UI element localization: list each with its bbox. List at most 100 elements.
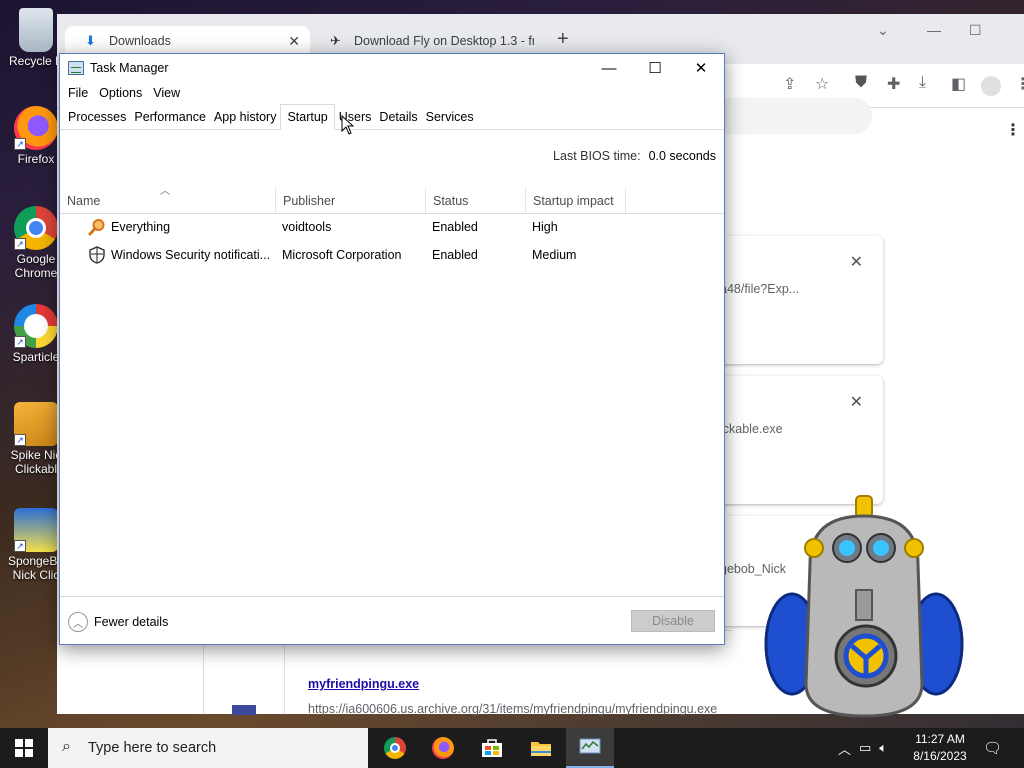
clock-date: 8/16/2023 (913, 749, 967, 763)
row-status: Enabled (432, 248, 478, 262)
shortcut-arrow-icon: ↗ (14, 540, 26, 552)
download-card: ickable.exe ✕ (717, 376, 883, 504)
taskbar-chrome[interactable] (371, 728, 419, 768)
task-manager-window: Task Manager — ☐ ✕ File Options View Pro… (59, 53, 725, 645)
chrome-icon (384, 737, 406, 759)
tab-title: Download Fly on Desktop 1.3 - fr (354, 34, 534, 48)
robot-mascot-icon (764, 495, 964, 718)
profile-avatar-icon[interactable] (981, 76, 1001, 96)
tab-strip: Processes Performance App history Startu… (60, 104, 724, 130)
downloads-more-icon[interactable]: ⋮ (1005, 120, 1021, 140)
shield-icon (89, 246, 105, 264)
close-button[interactable]: ✕ (678, 54, 724, 82)
side-panel-icon[interactable]: ◧ (951, 74, 966, 94)
download-file-link[interactable]: myfriendpingu.exe (308, 677, 419, 691)
bookmark-star-icon[interactable]: ☆ (815, 74, 829, 94)
taskbar-microsoft-store[interactable] (468, 728, 516, 768)
downloads-toolbar-icon[interactable]: ⤓ (919, 74, 926, 92)
table-row[interactable]: Everything voidtools Enabled High (60, 214, 724, 240)
window-title: Task Manager (90, 61, 169, 75)
menu-view[interactable]: View (149, 86, 187, 100)
minimize-button[interactable]: — (586, 54, 632, 82)
row-name: Everything (111, 220, 171, 234)
chrome-icon: ↗ (14, 206, 58, 250)
tab-details[interactable]: Details (375, 105, 421, 129)
maximize-browser-button[interactable]: ☐ (969, 22, 982, 39)
tab-title: Downloads (109, 34, 171, 48)
row-name: Windows Security notificati... (111, 248, 271, 262)
clock[interactable]: 11:27 AM 8/16/2023 (905, 731, 975, 765)
minimize-browser-button[interactable]: — (927, 22, 941, 38)
browser-tab-downloads[interactable]: ⬇ Downloads ✕ (65, 26, 310, 56)
volume-icon[interactable]: 🔈︎ (879, 740, 887, 756)
system-tray: ︿ ▭ 🔈︎ (838, 728, 887, 768)
row-status: Enabled (432, 220, 478, 234)
shortcut-arrow-icon: ↗ (14, 434, 26, 446)
table-row[interactable]: Windows Security notificati... Microsoft… (60, 242, 724, 268)
tab-processes[interactable]: Processes (64, 105, 130, 129)
taskbar-task-manager[interactable] (566, 728, 614, 768)
downloads-search-bar[interactable] (700, 98, 872, 134)
chevron-up-icon: ︿ (68, 612, 88, 632)
shortcut-arrow-icon: ↗ (14, 336, 26, 348)
everything-search-icon (88, 219, 105, 236)
download-icon: ⬇ (85, 33, 96, 48)
new-tab-button[interactable]: + (557, 28, 569, 51)
spike-character-icon: ↗ (14, 402, 58, 446)
share-icon[interactable]: ⇪ (783, 74, 796, 94)
maximize-button[interactable]: ☐ (632, 54, 678, 82)
menu-options[interactable]: Options (95, 86, 149, 100)
firefox-icon: ↗ (14, 106, 58, 150)
browser-tab-fly-on-desktop[interactable]: ✈ Download Fly on Desktop 1.3 - fr (310, 26, 555, 56)
row-impact: Medium (532, 248, 577, 262)
row-publisher: voidtools (282, 220, 332, 234)
column-header-name[interactable]: Name (60, 188, 276, 214)
file-explorer-icon (531, 742, 551, 756)
shortcut-arrow-icon: ↗ (14, 238, 26, 250)
startup-panel: Last BIOS time: 0.0 seconds ︿ Name Publis… (60, 130, 724, 596)
column-header-status[interactable]: Status (426, 188, 526, 214)
search-placeholder: Type here to search (88, 740, 217, 756)
taskbar-file-explorer[interactable] (517, 728, 565, 768)
tab-search-icon[interactable]: ⌄ (877, 22, 889, 39)
row-publisher: Microsoft Corporation (282, 248, 402, 262)
tab-services[interactable]: Services (422, 105, 478, 129)
tab-performance[interactable]: Performance (130, 105, 210, 129)
recycle-bin-icon (19, 8, 53, 52)
bios-time: Last BIOS time: 0.0 seconds (553, 149, 716, 163)
column-header-startup-impact[interactable]: Startup impact (526, 188, 626, 214)
taskbar-firefox[interactable] (419, 728, 467, 768)
ublock-shield-icon[interactable]: ⛊ (855, 74, 867, 92)
download-url-fragment: a48/file?Exp... (720, 282, 800, 296)
windows-logo-icon (15, 739, 33, 757)
search-icon: ⌕ (62, 738, 71, 755)
title-bar[interactable]: Task Manager — ☐ ✕ (60, 54, 724, 82)
download-card: a48/file?Exp... ✕ (717, 236, 883, 364)
menu-bar: File Options View (60, 82, 724, 104)
fewer-details-toggle[interactable]: ︿ Fewer details (68, 612, 168, 632)
remove-download-icon[interactable]: ✕ (850, 252, 863, 272)
remove-download-icon[interactable]: ✕ (850, 392, 863, 412)
download-url-fragment: ickable.exe (720, 422, 783, 436)
tab-app-history[interactable]: App history (210, 105, 281, 129)
spongebob-icon: ↗ (14, 508, 58, 552)
extensions-puzzle-icon[interactable]: ✚ (887, 74, 900, 94)
menu-file[interactable]: File (64, 86, 95, 100)
column-header-publisher[interactable]: Publisher (276, 188, 426, 214)
taskbar: ⌕ Type here to search ︿ ▭ 🔈︎ 11:27 AM 8/… (0, 728, 1024, 768)
close-tab-icon[interactable]: ✕ (288, 33, 300, 50)
notifications-icon[interactable]: 🗨︎ (983, 728, 1002, 768)
taskbar-search-box[interactable]: ⌕ Type here to search (48, 728, 368, 768)
tab-startup[interactable]: Startup (280, 104, 335, 130)
disable-button[interactable]: Disable (631, 610, 715, 632)
task-manager-icon (579, 738, 601, 754)
show-hidden-icons-chevron-icon[interactable]: ︿ (838, 739, 851, 758)
network-icon[interactable]: ▭ (859, 740, 871, 756)
bios-time-label: Last BIOS time: (553, 149, 641, 163)
shortcut-arrow-icon: ↗ (14, 138, 26, 150)
row-impact: High (532, 220, 558, 234)
browser-menu-icon[interactable]: ⋮ (1015, 74, 1024, 94)
start-button[interactable] (0, 728, 48, 768)
store-icon (482, 739, 502, 757)
sparticle-icon: ↗ (14, 304, 58, 348)
